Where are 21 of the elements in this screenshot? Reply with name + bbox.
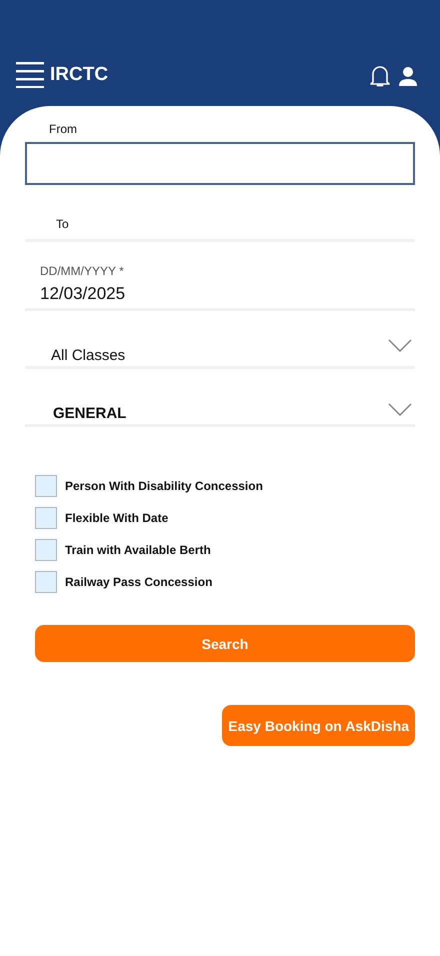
- field-label: From: [48, 122, 78, 136]
- user-icon[interactable]: [398, 66, 418, 86]
- to-field[interactable]: To: [25, 217, 415, 231]
- field-label: DD/MM/YYYY *: [39, 264, 125, 278]
- app-title: IRCTC: [50, 64, 108, 86]
- chevron-down-icon: [388, 339, 412, 352]
- chevron-down-icon: [388, 403, 412, 416]
- dropdown-select[interactable]: All Classes: [25, 339, 415, 369]
- checkbox-label: Person With Disability Concession: [65, 479, 263, 493]
- checkbox[interactable]: [35, 571, 57, 593]
- bell-icon[interactable]: [370, 64, 390, 88]
- checkbox[interactable]: [35, 475, 57, 497]
- date-field[interactable]: 12/03/2025: [25, 284, 415, 304]
- from-input-field[interactable]: [25, 142, 415, 185]
- dropdown-select[interactable]: GENERAL: [25, 403, 415, 427]
- checkbox[interactable]: [35, 507, 57, 529]
- menu-icon[interactable]: [16, 62, 44, 88]
- checkbox-label: Railway Pass Concession: [65, 575, 212, 589]
- checkbox[interactable]: [35, 539, 57, 561]
- checkbox-label: Train with Available Berth: [65, 543, 211, 557]
- checkbox-label: Flexible With Date: [65, 511, 168, 525]
